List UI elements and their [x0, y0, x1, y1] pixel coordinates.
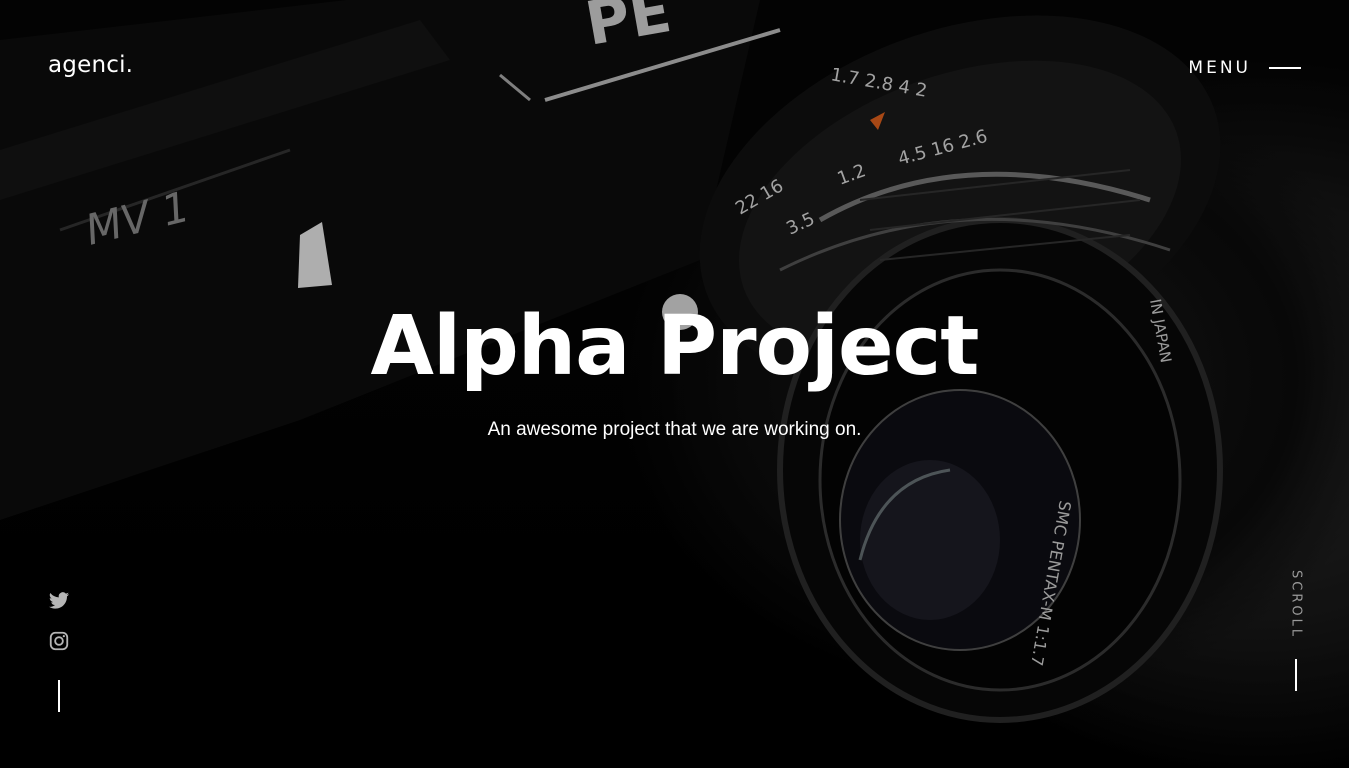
menu-button[interactable]: MENU	[1188, 58, 1301, 78]
twitter-icon[interactable]	[48, 590, 70, 612]
menu-label: MENU	[1188, 58, 1251, 78]
scroll-label: SCROLL	[1288, 570, 1304, 640]
social-links	[48, 590, 70, 712]
instagram-icon[interactable]	[48, 630, 70, 652]
hero-title: Alpha Project	[370, 299, 980, 394]
menu-line-icon	[1269, 67, 1301, 69]
scroll-indicator[interactable]: SCROLL	[1285, 570, 1307, 692]
hero-section: MV 1 PE 22 16 3.5 1.2 4.5 16 2.6 1.7 2.8…	[0, 0, 1349, 768]
social-divider-line	[58, 680, 60, 712]
hero-content: Alpha Project An awesome project that we…	[0, 292, 1349, 442]
hero-subtitle: An awesome project that we are working o…	[487, 419, 862, 440]
scroll-line	[1295, 659, 1297, 692]
site-logo[interactable]: agenci.	[48, 52, 133, 78]
